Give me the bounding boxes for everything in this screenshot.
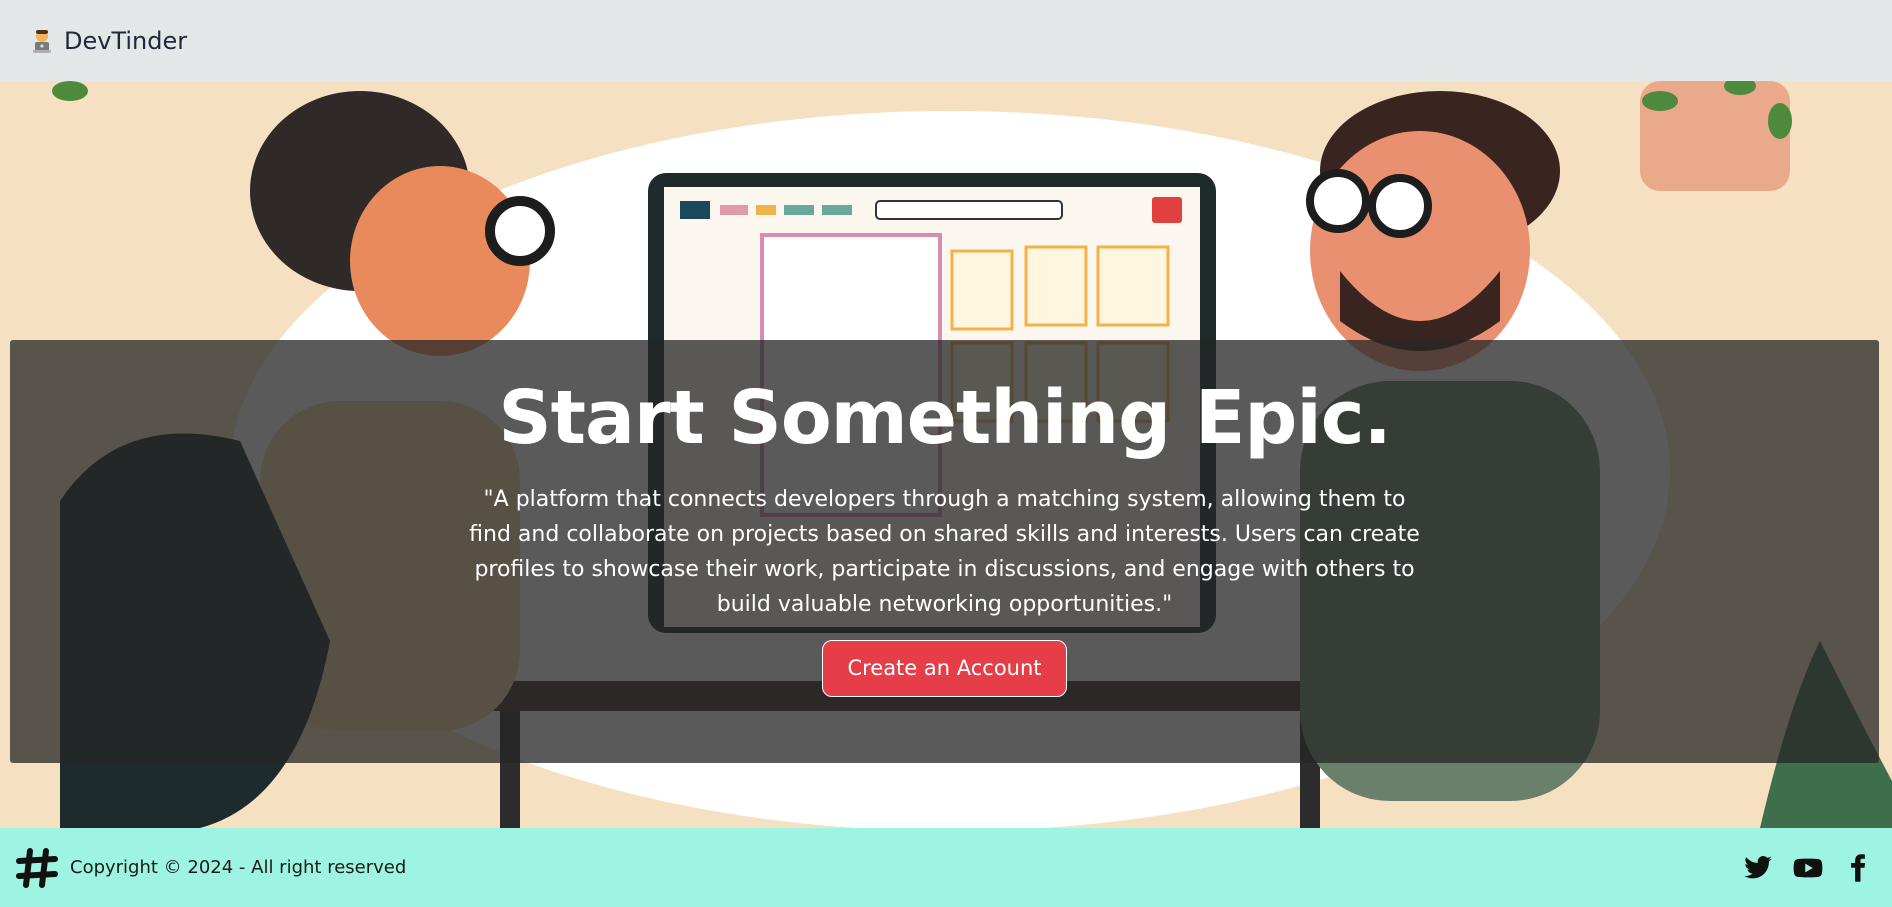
brand-link[interactable]: DevTinder [30,27,187,55]
youtube-link[interactable] [1792,852,1824,884]
footer-brand: Copyright © 2024 - All right reserved [14,845,406,891]
footer: Copyright © 2024 - All right reserved [0,828,1892,907]
twitter-link[interactable] [1742,852,1774,884]
facebook-icon [1851,853,1866,882]
brand-label: DevTinder [64,26,188,55]
hero-title: Start Something Epic. [498,375,1391,461]
developer-laptop-icon [33,29,51,53]
youtube-icon [1793,858,1823,877]
hashtag-icon [16,847,58,888]
copyright-text: Copyright © 2024 - All right reserved [70,857,407,878]
social-links [1742,852,1878,884]
twitter-icon [1744,855,1772,878]
hero-description: "A platform that connects developers thr… [469,486,1420,617]
create-account-button[interactable]: Create an Account [822,639,1067,697]
facebook-link[interactable] [1842,852,1874,884]
navbar: DevTinder [0,0,1892,81]
hero-overlay: Start Something Epic. "A platform that c… [10,340,1879,763]
hero-section: Start Something Epic. "A platform that c… [0,81,1892,828]
